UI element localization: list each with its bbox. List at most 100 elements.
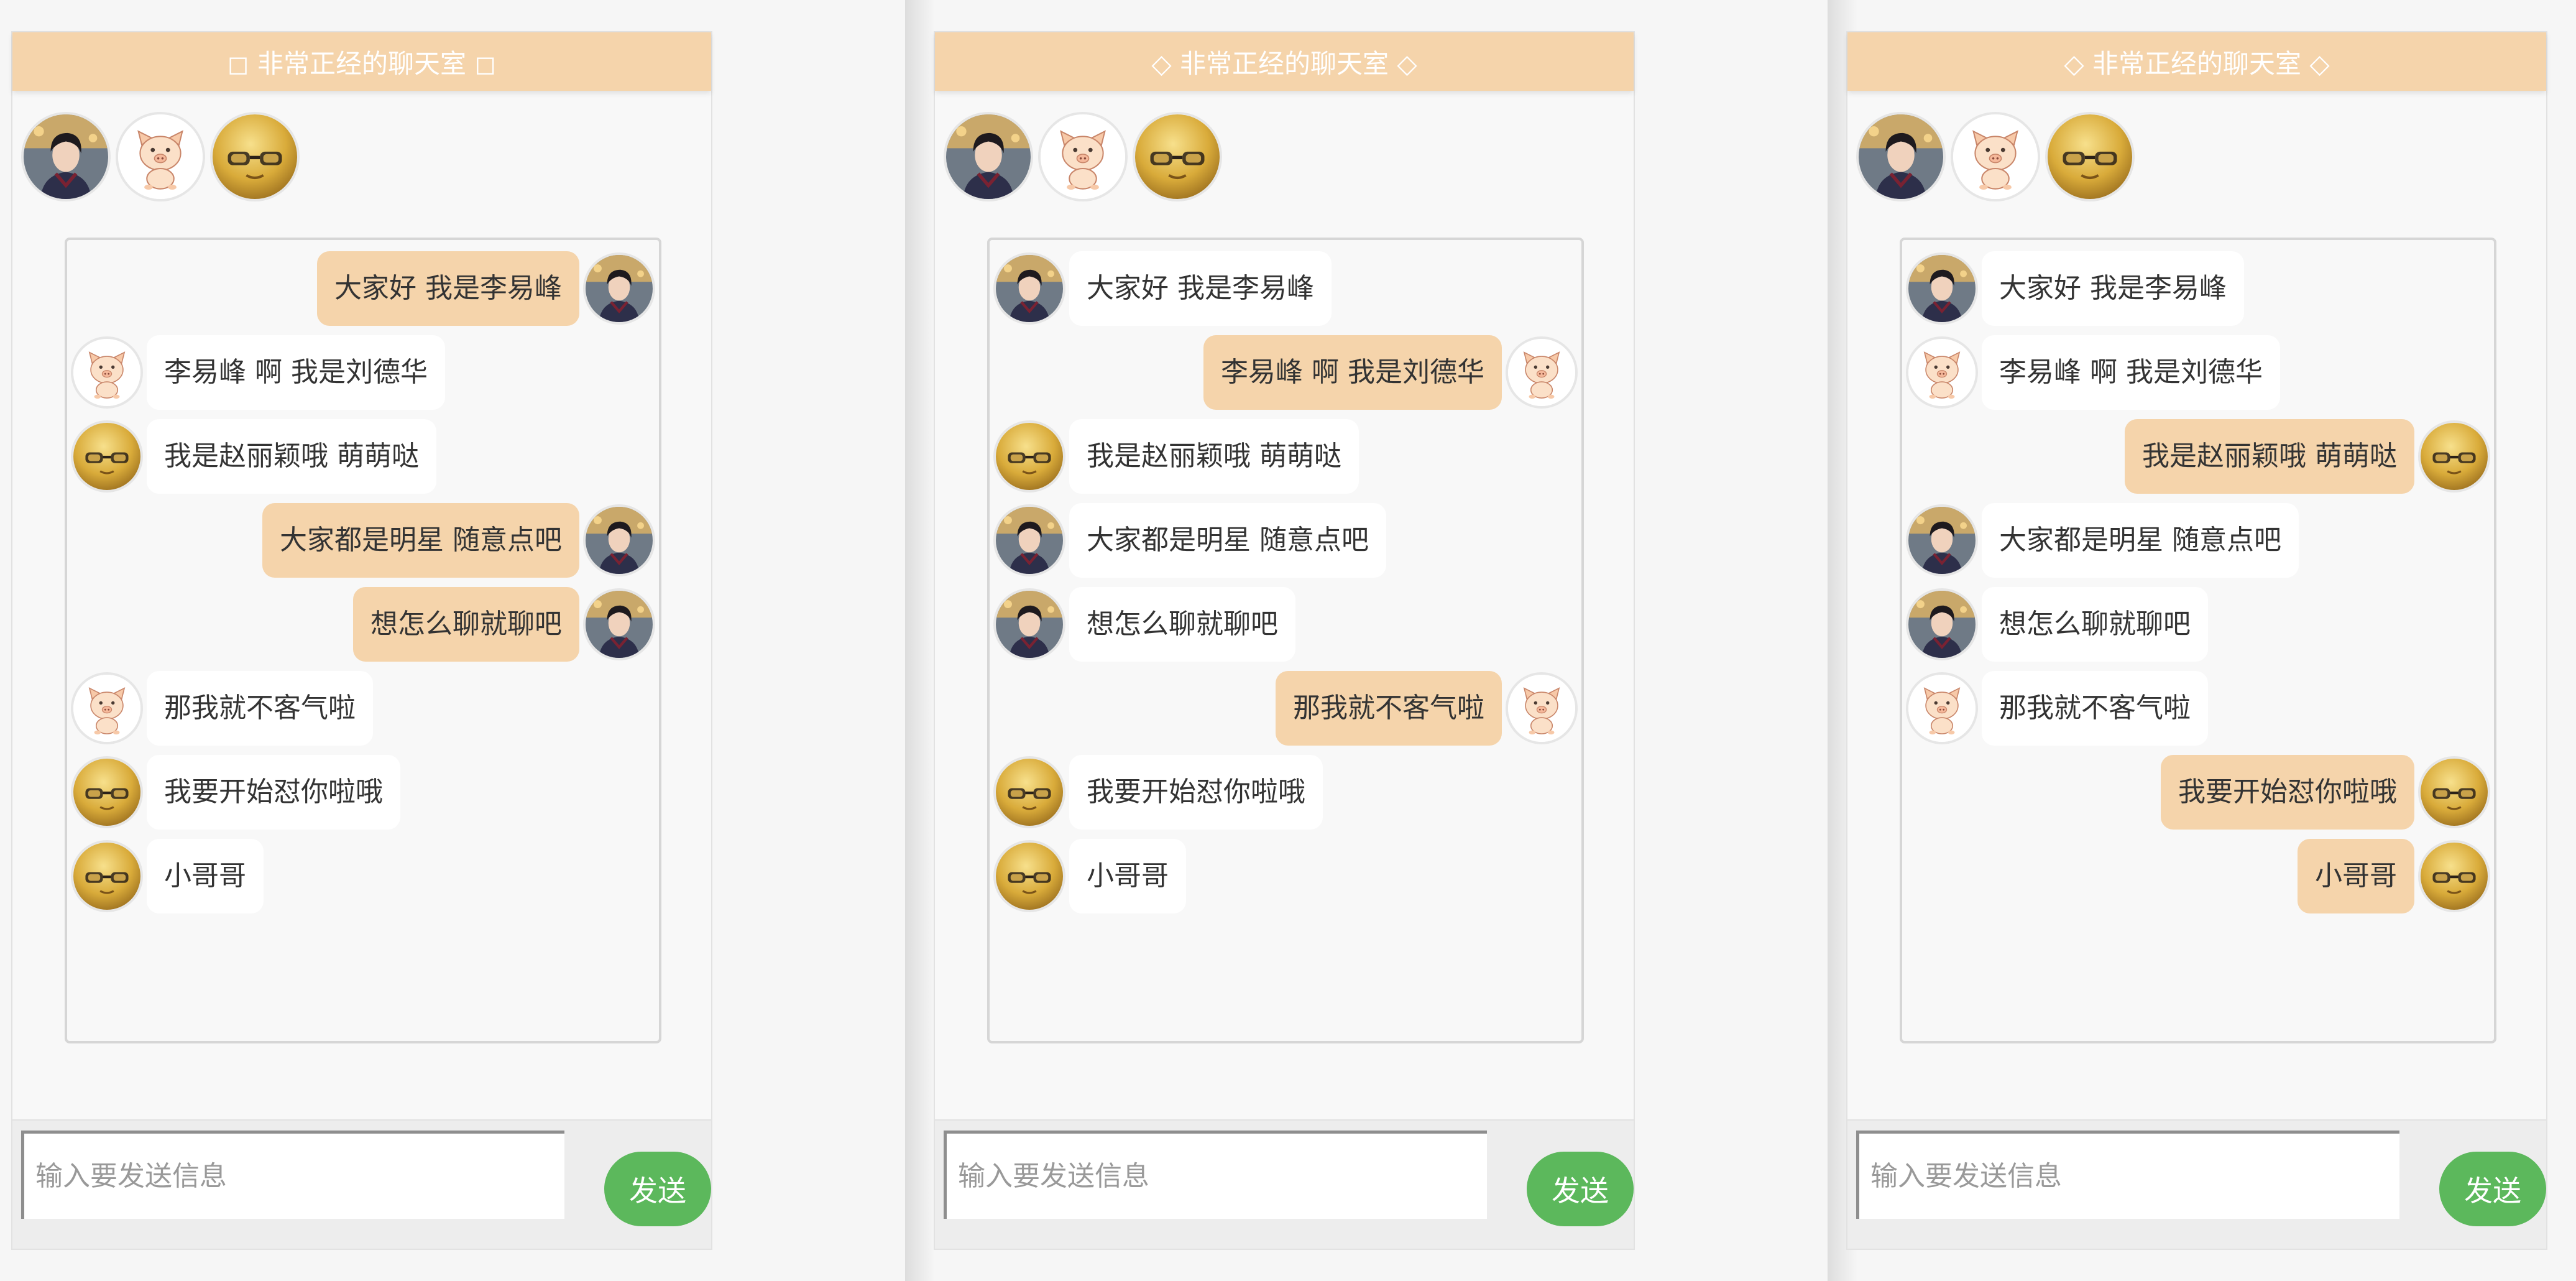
yellow-face-glasses-avatar-icon[interactable] — [993, 420, 1065, 493]
send-button[interactable]: 发送 — [604, 1152, 711, 1226]
composer-bar: 发送 — [12, 1119, 711, 1249]
member-avatar-row — [944, 112, 1222, 201]
chat-message: 大家都是明星 随意点吧 — [1902, 503, 2494, 578]
chat-message: 想怎么聊就聊吧 — [990, 587, 1581, 662]
yellow-face-glasses-avatar-icon[interactable] — [210, 112, 300, 201]
man-portrait-avatar-icon[interactable] — [993, 588, 1065, 660]
yellow-face-glasses-avatar-icon[interactable] — [2418, 840, 2490, 912]
chat-message: 我是赵丽颖哦 萌萌哒 — [67, 419, 659, 494]
chat-message: 我要开始怼你啦哦 — [1902, 755, 2494, 830]
message-input[interactable] — [21, 1131, 564, 1219]
chat-message: 大家都是明星 随意点吧 — [67, 503, 659, 578]
man-portrait-avatar-icon[interactable] — [993, 504, 1065, 576]
message-input[interactable] — [944, 1131, 1487, 1219]
cartoon-pig-avatar-icon[interactable] — [1906, 672, 1978, 744]
cartoon-pig-avatar-icon[interactable] — [1038, 112, 1128, 201]
message-bubble: 那我就不客气啦 — [147, 671, 373, 746]
message-bubble: 小哥哥 — [1069, 839, 1186, 913]
message-bubble: 小哥哥 — [2298, 839, 2414, 913]
yellow-face-glasses-avatar-icon[interactable] — [71, 420, 143, 493]
message-bubble: 想怎么聊就聊吧 — [353, 587, 579, 662]
yellow-face-glasses-avatar-icon[interactable] — [71, 756, 143, 828]
message-list[interactable]: 大家好 我是李易峰 李易峰 啊 我是刘德华 我是赵丽颖哦 萌萌哒 大家都是明星 … — [1900, 238, 2496, 1043]
composer-bar: 发送 — [1847, 1119, 2546, 1249]
man-portrait-avatar-icon[interactable] — [21, 112, 111, 201]
chat-message: 大家都是明星 随意点吧 — [990, 503, 1581, 578]
message-bubble: 大家好 我是李易峰 — [1069, 251, 1332, 326]
man-portrait-avatar-icon[interactable] — [1856, 112, 1946, 201]
chat-message: 我要开始怼你啦哦 — [67, 755, 659, 830]
man-portrait-avatar-icon[interactable] — [993, 252, 1065, 325]
message-list[interactable]: 大家好 我是李易峰 李易峰 啊 我是刘德华 我是赵丽颖哦 萌萌哒 大家都是明星 … — [987, 238, 1584, 1043]
chat-room-panel: ◻ 非常正经的聊天室 ◻ 大家好 我是李易峰 李易峰 啊 我是刘德华 我是赵丽颖… — [11, 31, 712, 1250]
message-input[interactable] — [1856, 1131, 2399, 1219]
message-bubble: 我要开始怼你啦哦 — [147, 755, 400, 830]
chat-message: 想怎么聊就聊吧 — [1902, 587, 2494, 662]
message-list[interactable]: 大家好 我是李易峰 李易峰 啊 我是刘德华 我是赵丽颖哦 萌萌哒 大家都是明星 … — [65, 238, 661, 1043]
chat-message: 我是赵丽颖哦 萌萌哒 — [990, 419, 1581, 494]
cartoon-pig-avatar-icon[interactable] — [1906, 336, 1978, 409]
man-portrait-avatar-icon[interactable] — [1906, 504, 1978, 576]
cartoon-pig-avatar-icon[interactable] — [1506, 672, 1578, 744]
yellow-face-glasses-avatar-icon[interactable] — [2418, 420, 2490, 493]
message-bubble: 大家好 我是李易峰 — [1982, 251, 2244, 326]
chat-message: 那我就不客气啦 — [67, 671, 659, 746]
chat-message: 大家好 我是李易峰 — [990, 251, 1581, 326]
screenshot-stage: ◻ 非常正经的聊天室 ◻ 大家好 我是李易峰 李易峰 啊 我是刘德华 我是赵丽颖… — [0, 0, 2576, 1281]
yellow-face-glasses-avatar-icon[interactable] — [993, 840, 1065, 912]
message-bubble: 我是赵丽颖哦 萌萌哒 — [1069, 419, 1359, 494]
message-bubble: 我要开始怼你啦哦 — [2161, 755, 2414, 830]
message-bubble: 大家都是明星 随意点吧 — [1982, 503, 2299, 578]
man-portrait-avatar-icon[interactable] — [944, 112, 1033, 201]
chat-message: 那我就不客气啦 — [1902, 671, 2494, 746]
message-bubble: 我是赵丽颖哦 萌萌哒 — [2125, 419, 2414, 494]
chat-message: 李易峰 啊 我是刘德华 — [990, 335, 1581, 410]
chat-message: 大家好 我是李易峰 — [67, 251, 659, 326]
cartoon-pig-avatar-icon[interactable] — [1506, 336, 1578, 409]
cartoon-pig-avatar-icon[interactable] — [71, 336, 143, 409]
chat-room-title: ◻ 非常正经的聊天室 ◻ — [12, 32, 711, 91]
man-portrait-avatar-icon[interactable] — [1906, 252, 1978, 325]
yellow-face-glasses-avatar-icon[interactable] — [2045, 112, 2135, 201]
chat-room-title: ◇ 非常正经的聊天室 ◇ — [1847, 32, 2546, 91]
cartoon-pig-avatar-icon[interactable] — [1951, 112, 2040, 201]
message-bubble: 我是赵丽颖哦 萌萌哒 — [147, 419, 436, 494]
cartoon-pig-avatar-icon[interactable] — [116, 112, 205, 201]
chat-message: 想怎么聊就聊吧 — [67, 587, 659, 662]
chat-room-panel: ◇ 非常正经的聊天室 ◇ 大家好 我是李易峰 李易峰 啊 我是刘德华 我是赵丽颖… — [1846, 31, 2547, 1250]
message-bubble: 大家都是明星 随意点吧 — [1069, 503, 1386, 578]
chat-message: 李易峰 啊 我是刘德华 — [1902, 335, 2494, 410]
panel-divider-shadow — [905, 0, 935, 1281]
yellow-face-glasses-avatar-icon[interactable] — [993, 756, 1065, 828]
man-portrait-avatar-icon[interactable] — [583, 504, 655, 576]
message-bubble: 小哥哥 — [147, 839, 264, 913]
chat-message: 大家好 我是李易峰 — [1902, 251, 2494, 326]
chat-message: 小哥哥 — [1902, 839, 2494, 913]
message-bubble: 大家好 我是李易峰 — [317, 251, 579, 326]
message-bubble: 想怎么聊就聊吧 — [1069, 587, 1295, 662]
chat-message: 小哥哥 — [990, 839, 1581, 913]
yellow-face-glasses-avatar-icon[interactable] — [1133, 112, 1222, 201]
message-bubble: 李易峰 啊 我是刘德华 — [147, 335, 445, 410]
chat-message: 那我就不客气啦 — [990, 671, 1581, 746]
message-bubble: 李易峰 啊 我是刘德华 — [1982, 335, 2280, 410]
chat-message: 我要开始怼你啦哦 — [990, 755, 1581, 830]
message-bubble: 想怎么聊就聊吧 — [1982, 587, 2208, 662]
message-bubble: 大家都是明星 随意点吧 — [262, 503, 579, 578]
chat-room-panel: ◇ 非常正经的聊天室 ◇ 大家好 我是李易峰 李易峰 啊 我是刘德华 我是赵丽颖… — [934, 31, 1635, 1250]
member-avatar-row — [21, 112, 300, 201]
chat-message: 小哥哥 — [67, 839, 659, 913]
yellow-face-glasses-avatar-icon[interactable] — [71, 840, 143, 912]
man-portrait-avatar-icon[interactable] — [583, 252, 655, 325]
cartoon-pig-avatar-icon[interactable] — [71, 672, 143, 744]
man-portrait-avatar-icon[interactable] — [1906, 588, 1978, 660]
man-portrait-avatar-icon[interactable] — [583, 588, 655, 660]
message-bubble: 李易峰 啊 我是刘德华 — [1203, 335, 1502, 410]
composer-bar: 发送 — [935, 1119, 1634, 1249]
message-bubble: 那我就不客气啦 — [1276, 671, 1502, 746]
send-button[interactable]: 发送 — [1527, 1152, 1634, 1226]
message-bubble: 那我就不客气啦 — [1982, 671, 2208, 746]
send-button[interactable]: 发送 — [2439, 1152, 2546, 1226]
chat-message: 李易峰 啊 我是刘德华 — [67, 335, 659, 410]
yellow-face-glasses-avatar-icon[interactable] — [2418, 756, 2490, 828]
